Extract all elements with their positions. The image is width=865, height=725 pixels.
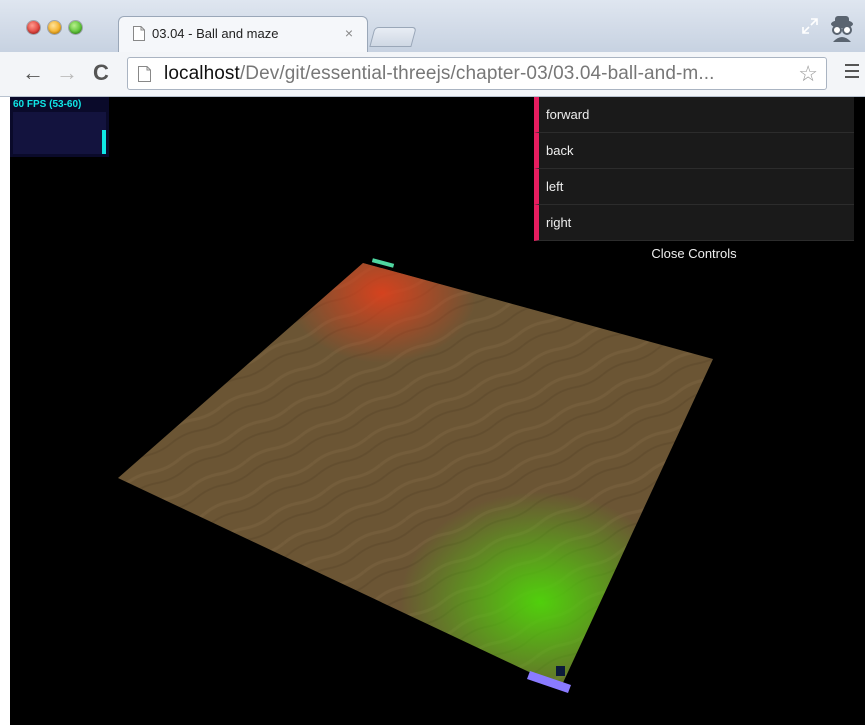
fps-text: 60 FPS (53-60) <box>13 99 82 110</box>
page-icon <box>133 26 145 41</box>
tab-title: 03.04 - Ball and maze <box>152 26 279 41</box>
close-window-button[interactable] <box>27 21 40 34</box>
new-tab-button[interactable] <box>369 27 417 47</box>
tab-close-icon[interactable]: × <box>345 25 353 41</box>
fps-graph-bar <box>102 130 106 154</box>
url-text: localhost/Dev/git/essential-threejs/chap… <box>164 63 715 85</box>
reload-button[interactable]: C <box>93 62 109 84</box>
control-label: back <box>546 143 574 158</box>
url-path: /Dev/git/essential-threejs/chapter-03/03… <box>239 63 715 84</box>
browser-window: 03.04 - Ball and maze × ← → C localhost/… <box>0 0 865 725</box>
fps-stats-panel[interactable]: 60 FPS (53-60) <box>10 97 109 157</box>
zoom-window-button[interactable] <box>69 21 82 34</box>
menu-icon[interactable] <box>845 64 859 82</box>
ball <box>556 666 565 676</box>
close-controls-button[interactable]: Close Controls <box>534 241 854 268</box>
title-bar: 03.04 - Ball and maze × <box>0 0 865 53</box>
control-right[interactable]: right <box>534 205 854 241</box>
red-light-glow <box>287 263 477 363</box>
address-bar[interactable]: localhost/Dev/git/essential-threejs/chap… <box>127 57 827 90</box>
control-forward[interactable]: forward <box>534 97 854 133</box>
back-button[interactable]: ← <box>22 62 44 84</box>
control-left[interactable]: left <box>534 169 854 205</box>
controls-panel: forward back left right Close Controls <box>534 97 854 268</box>
browser-toolbar: ← → C localhost/Dev/git/essential-threej… <box>0 52 865 97</box>
incognito-icon <box>831 16 853 42</box>
minimize-window-button[interactable] <box>48 21 61 34</box>
forward-button[interactable]: → <box>56 62 78 84</box>
fps-graph <box>13 112 106 154</box>
bookmark-star-icon[interactable]: ☆ <box>798 61 818 87</box>
url-host: localhost <box>164 63 240 84</box>
fullscreen-icon[interactable] <box>801 17 819 35</box>
control-back[interactable]: back <box>534 133 854 169</box>
control-label: right <box>546 215 572 230</box>
page-icon <box>138 66 151 82</box>
browser-tab[interactable]: 03.04 - Ball and maze × <box>118 16 368 52</box>
webgl-viewport[interactable]: 60 FPS (53-60) forward back left right C… <box>10 97 865 725</box>
control-label: forward <box>546 107 590 122</box>
control-label: left <box>546 179 564 194</box>
maze-start-marker <box>371 258 395 268</box>
